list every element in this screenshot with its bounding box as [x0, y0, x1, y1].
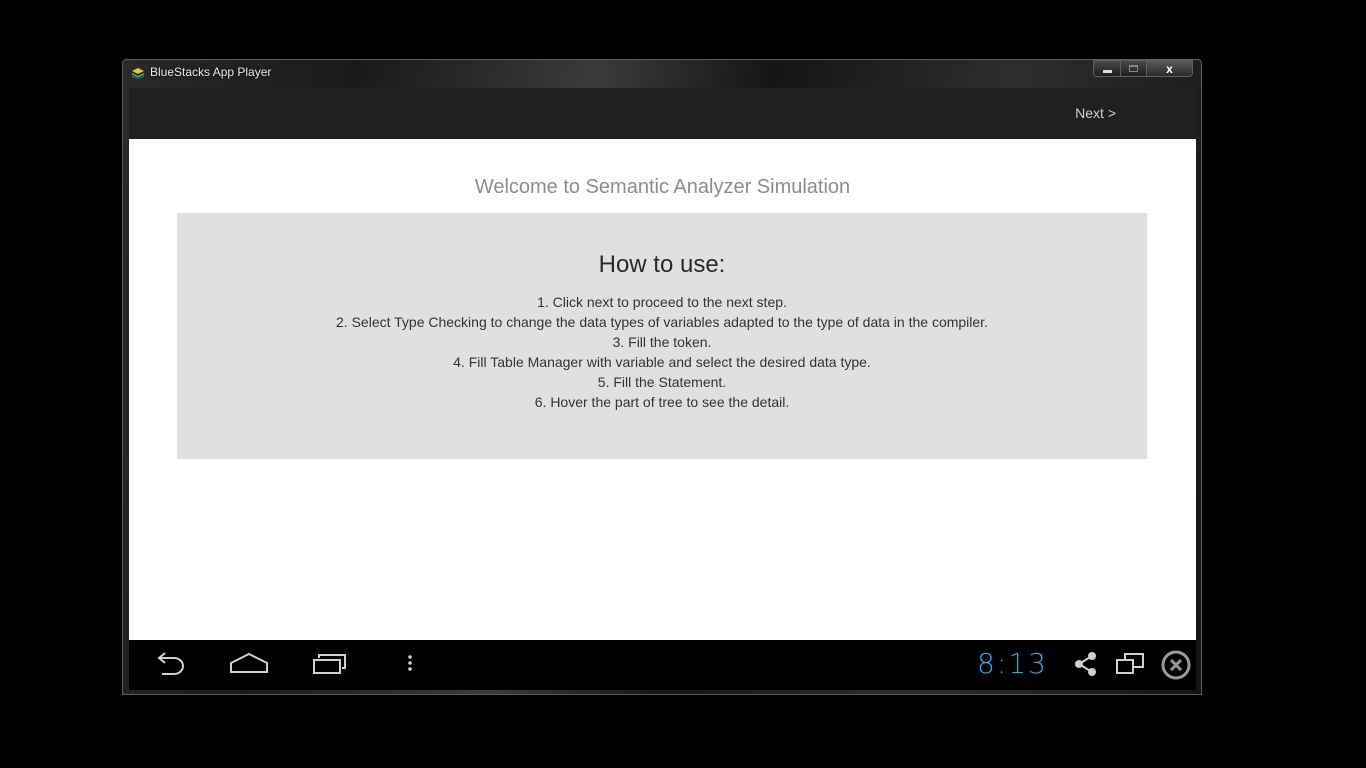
step-item: 4. Fill Table Manager with variable and …	[453, 354, 871, 370]
step-item: 5. Fill the Statement.	[597, 374, 727, 390]
android-screen: Next > Welcome to Semantic Analyzer Simu…	[129, 88, 1196, 690]
welcome-title: Welcome to Semantic Analyzer Simulation	[474, 176, 851, 198]
how-to-heading: How to use:	[598, 251, 726, 278]
bluestacks-logo-icon	[132, 68, 144, 79]
maximize-icon	[1129, 65, 1138, 72]
recent-apps-icon[interactable]	[311, 650, 349, 678]
minimize-button[interactable]	[1093, 60, 1121, 77]
share-icon[interactable]	[1073, 650, 1099, 678]
close-window-button[interactable]: x	[1147, 60, 1193, 77]
minimize-icon	[1102, 69, 1112, 73]
close-circle-icon[interactable]	[1160, 649, 1192, 681]
app-window: BlueStacks App Player x Next > Welcome t…	[122, 59, 1202, 695]
back-icon[interactable]	[150, 650, 188, 678]
close-icon: x	[1166, 61, 1173, 76]
step-item: 6. Hover the part of tree to see the det…	[534, 394, 790, 410]
step-item: 3. Fill the token.	[612, 334, 712, 350]
title-bar[interactable]: BlueStacks App Player x	[123, 60, 1201, 87]
action-bar: Next >	[129, 88, 1196, 139]
window-title: BlueStacks App Player	[150, 65, 272, 79]
home-icon[interactable]	[229, 650, 269, 678]
maximize-button[interactable]	[1121, 60, 1147, 77]
how-to-panel: How to use: 1. Click next to proceed to …	[177, 213, 1147, 459]
next-button[interactable]: Next >	[1075, 105, 1116, 121]
window-controls: x	[1093, 60, 1193, 78]
menu-icon[interactable]	[405, 650, 415, 678]
step-item: 1. Click next to proceed to the next ste…	[537, 294, 787, 310]
steps-list: 1. Click next to proceed to the next ste…	[177, 292, 1147, 412]
resize-icon[interactable]	[1115, 650, 1147, 678]
clock: 8:13	[977, 647, 1048, 680]
step-item: 2. Select Type Checking to change the da…	[336, 314, 988, 330]
android-nav-bar: 8:13	[129, 640, 1196, 690]
